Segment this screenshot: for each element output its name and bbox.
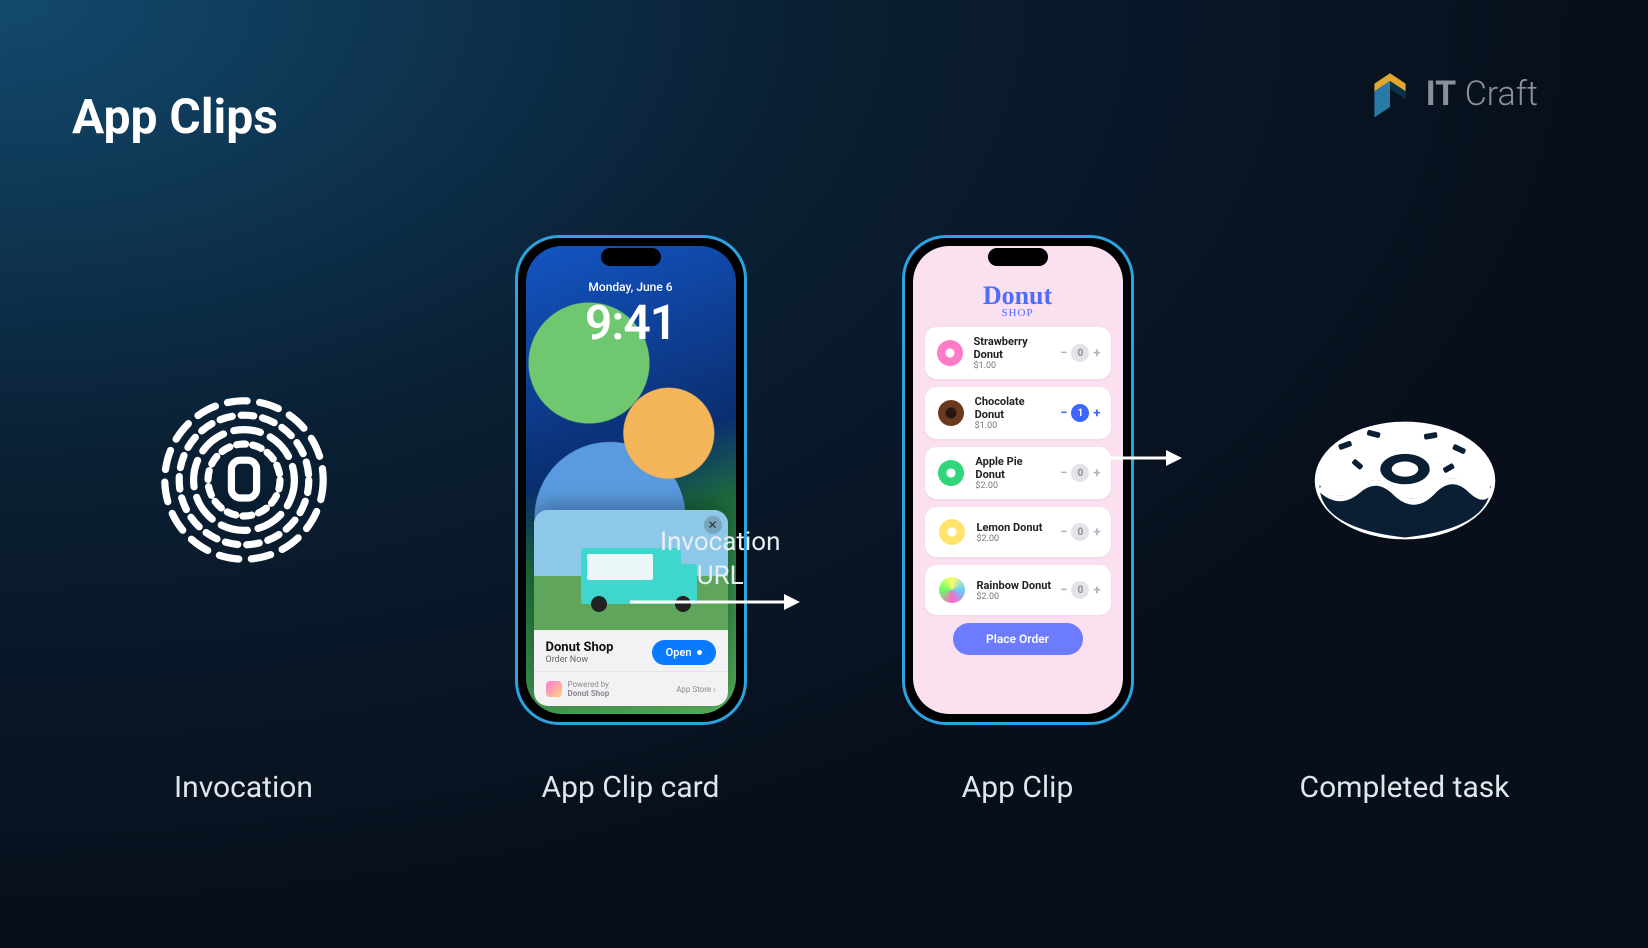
qty-badge: 1 bbox=[1071, 404, 1089, 422]
minus-button[interactable]: − bbox=[1060, 525, 1067, 540]
item-name: Rainbow Donut bbox=[977, 579, 1052, 592]
plus-button[interactable]: + bbox=[1093, 346, 1100, 361]
item-name: Chocolate Donut bbox=[975, 395, 1053, 421]
item-name: Apple Pie Donut bbox=[975, 455, 1052, 481]
item-name: Strawberry Donut bbox=[974, 335, 1053, 361]
item-name: Lemon Donut bbox=[977, 521, 1043, 534]
donut-thumb-icon bbox=[935, 573, 969, 607]
clip-subtitle: Order Now bbox=[546, 655, 614, 665]
item-price: $2.00 bbox=[977, 592, 1052, 602]
lockscreen-time: 9:41 bbox=[526, 294, 736, 351]
list-item: Chocolate Donut$1.00−1 + bbox=[925, 387, 1111, 439]
list-item: Lemon Donut$2.00 −0 + bbox=[925, 507, 1111, 557]
app-icon bbox=[546, 681, 562, 697]
dynamic-island-icon bbox=[601, 248, 661, 266]
app-store-link[interactable]: App Store › bbox=[676, 685, 715, 694]
minus-button[interactable]: − bbox=[1060, 406, 1067, 421]
donut-thumb-icon bbox=[935, 396, 967, 430]
minus-button[interactable]: − bbox=[1060, 346, 1067, 361]
stage-labels: Invocation App Clip card App Clip Comple… bbox=[0, 770, 1648, 805]
qty-badge: 0 bbox=[1071, 581, 1089, 599]
list-item: Rainbow Donut$2.00−0 + bbox=[925, 565, 1111, 615]
plus-button[interactable]: + bbox=[1093, 583, 1100, 598]
item-price: $2.00 bbox=[975, 481, 1052, 491]
donut-thumb-icon bbox=[935, 515, 969, 549]
qty-badge: 0 bbox=[1071, 344, 1089, 362]
label-completed: Completed task bbox=[1211, 770, 1598, 805]
qty-badge: 0 bbox=[1071, 523, 1089, 541]
donut-icon bbox=[1310, 414, 1500, 547]
page-title: App Clips bbox=[72, 88, 278, 145]
dynamic-island-icon bbox=[988, 248, 1048, 266]
item-price: $2.00 bbox=[977, 534, 1043, 544]
list-item: Strawberry Donut$1.00−0 + bbox=[925, 327, 1111, 379]
plus-button[interactable]: + bbox=[1093, 406, 1100, 421]
logo-icon bbox=[1364, 68, 1416, 120]
donut-thumb-icon bbox=[935, 336, 966, 370]
minus-button[interactable]: − bbox=[1060, 466, 1067, 481]
shop-title: Donut bbox=[925, 284, 1111, 307]
phone-app-clip: Donut SHOP Strawberry Donut$1.00−0+Choco… bbox=[902, 235, 1134, 725]
place-order-button[interactable]: Place Order bbox=[953, 623, 1083, 655]
minus-button[interactable]: − bbox=[1060, 583, 1067, 598]
item-price: $1.00 bbox=[975, 421, 1053, 431]
powered-by-label: Powered by bbox=[568, 680, 610, 689]
invocation-url-label: InvocationURL bbox=[660, 526, 780, 594]
shop-subtitle: SHOP bbox=[925, 307, 1111, 319]
open-button[interactable]: Open bbox=[652, 640, 716, 665]
brand-logo: IT Craft bbox=[1364, 68, 1538, 120]
lockscreen-date: Monday, June 6 bbox=[526, 280, 736, 294]
donut-thumb-icon bbox=[935, 456, 968, 490]
clip-app-name: Donut Shop bbox=[546, 640, 614, 655]
plus-button[interactable]: + bbox=[1093, 466, 1100, 481]
label-invocation: Invocation bbox=[50, 770, 437, 805]
label-clip-card: App Clip card bbox=[437, 770, 824, 805]
arrow-icon bbox=[630, 592, 800, 612]
powered-app-name: Donut Shop bbox=[568, 689, 610, 698]
label-clip: App Clip bbox=[824, 770, 1211, 805]
phone-clip-card: Monday, June 6 9:41 ✕ Donut Shop Order N… bbox=[515, 235, 747, 725]
app-clip-code-icon bbox=[154, 390, 334, 570]
arrow-icon bbox=[1082, 448, 1182, 468]
plus-button[interactable]: + bbox=[1093, 525, 1100, 540]
item-price: $1.00 bbox=[974, 361, 1053, 371]
